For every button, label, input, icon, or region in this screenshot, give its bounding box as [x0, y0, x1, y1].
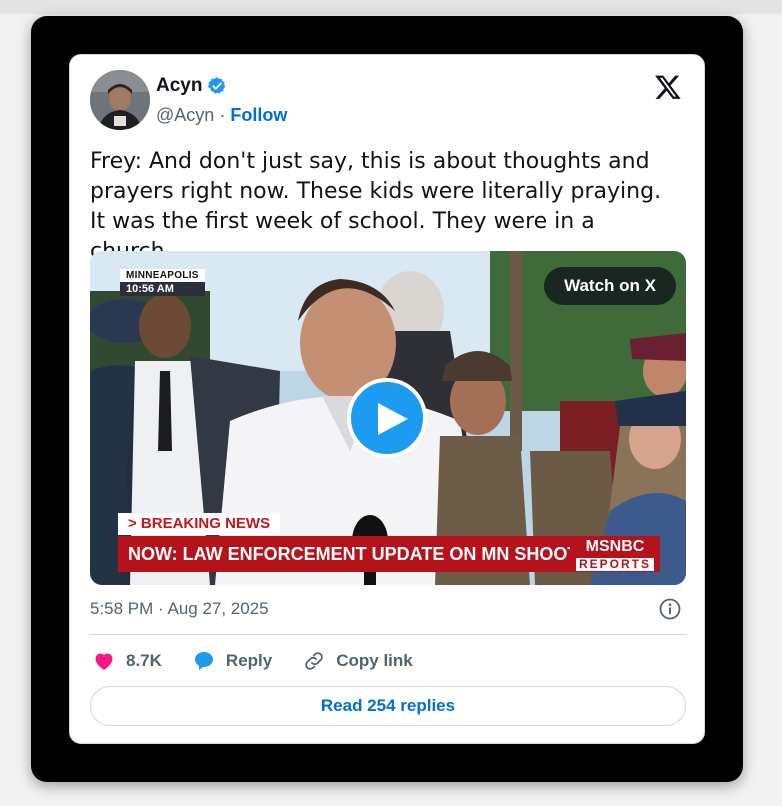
location-bug: MINNEAPOLIS 10:56 AM [120, 269, 205, 296]
video-player[interactable]: MINNEAPOLIS 10:56 AM Watch on X > BREAKI… [90, 251, 686, 585]
network-logo: MSNBC REPORTS [570, 536, 660, 572]
reply-label: Reply [225, 651, 273, 670]
like-button[interactable]: 8.7K [92, 649, 162, 673]
verified-badge-icon [208, 77, 226, 94]
heart-icon [95, 653, 113, 670]
avatar[interactable] [90, 70, 150, 130]
location-label: MINNEAPOLIS [120, 269, 205, 282]
handle-separator: · [219, 105, 226, 125]
copy-link-label: Copy link [336, 651, 413, 670]
like-count: 8.7K [126, 651, 162, 670]
network-sub: REPORTS [576, 558, 654, 571]
divider [90, 634, 686, 635]
read-replies-button[interactable]: Read 254 replies [90, 686, 686, 726]
action-bar: 8.7K Reply Copy link [92, 649, 443, 673]
tweet-timestamp[interactable]: 5:58 PM · Aug 27, 2025 [90, 599, 269, 619]
tweet-card: Acyn @Acyn · Follow Frey: And don't just… [69, 54, 705, 744]
play-icon [378, 403, 408, 435]
watch-on-x-button[interactable]: Watch on X [544, 267, 676, 305]
follow-button[interactable]: Follow [230, 105, 287, 125]
browser-top-strip [0, 0, 782, 14]
info-icon[interactable] [658, 597, 682, 621]
reply-bubble-icon [194, 652, 213, 670]
breaking-news-label: > BREAKING NEWS [118, 513, 281, 535]
news-headline: NOW: LAW ENFORCEMENT UPDATE ON MN SHOOTI… [118, 536, 570, 572]
location-time: 10:56 AM [120, 282, 205, 296]
link-icon [305, 652, 323, 670]
x-logo-icon[interactable] [654, 73, 682, 101]
tweet-text: Frey: And don't just say, this is about … [90, 149, 662, 264]
author-name[interactable]: Acyn [156, 75, 202, 97]
author-handle[interactable]: @Acyn [156, 105, 214, 125]
network-name: MSNBC [585, 538, 645, 555]
reply-button[interactable]: Reply [192, 649, 272, 673]
play-button[interactable] [347, 378, 427, 458]
copy-link-button[interactable]: Copy link [302, 649, 413, 673]
